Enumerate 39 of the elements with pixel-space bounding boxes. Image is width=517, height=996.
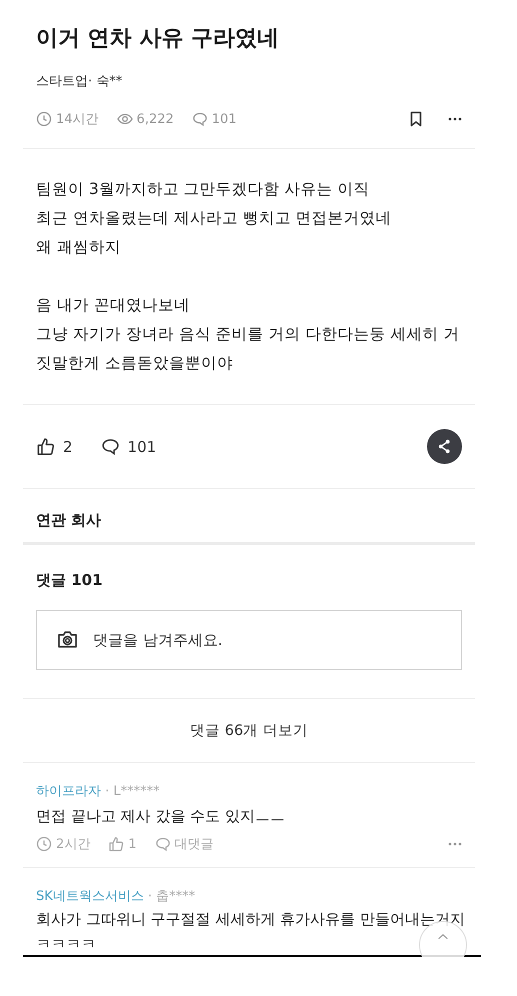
user-name: · 춥**** (146, 889, 196, 904)
more-comments-link[interactable]: 댓글 66개 더보기 (190, 721, 308, 740)
comment-text: 회사가 그따위니 구구절절 세세하게 휴가사유를 만들어내는거지 (36, 909, 465, 930)
more-icon (448, 842, 462, 846)
camera-icon (57, 629, 78, 650)
thumbs-up-icon (108, 836, 124, 852)
share-button[interactable] (427, 429, 462, 464)
like-count: 1 (128, 836, 137, 852)
view-count: 6,222 (136, 112, 174, 126)
section-heading: 연관 회사 (36, 511, 102, 530)
comment-input-field[interactable]: 댓글을 남겨주세요. (36, 610, 462, 670)
section-heading: 댓글 101 (36, 571, 104, 590)
comment-icon (192, 111, 208, 127)
post-body-line: 팀원이 3월까지하고 그만두겠다함 사유는 이직 (36, 179, 371, 200)
bookmark-icon (408, 111, 424, 127)
more-button[interactable] (448, 117, 462, 121)
comment-icon (100, 437, 120, 456)
comment-button[interactable]: 101 (100, 437, 156, 456)
post-body-line: 그냥 자기가 장녀라 음식 준비를 거의 다한다는둥 세세히 거 (36, 324, 460, 345)
author-label: 스타트업· 숙** (36, 73, 124, 90)
more-icon (448, 117, 462, 121)
comment-time: 2시간 (56, 836, 90, 853)
bookmark-button[interactable] (408, 111, 424, 127)
clock-icon (36, 111, 52, 127)
thumbs-up-icon (36, 437, 55, 456)
clock-icon (36, 836, 52, 852)
like-button[interactable]: 2 (36, 437, 73, 456)
post-title: 이거 연차 사유 구라였네 (36, 25, 280, 53)
post-body-line: 음 내가 꼰대였나보네 (36, 295, 191, 316)
eye-icon (116, 111, 133, 127)
post-body-line: 짓말한게 소름돋았을뿐이야 (36, 353, 234, 374)
post-time: 14시간 (56, 111, 99, 128)
user-name: · L****** (104, 784, 160, 799)
post-body-line: 최근 연차올렸는데 제사라고 뻥치고 면접본거였네 (36, 208, 393, 229)
post-body-line: 왜 괘씸하지 (36, 237, 122, 258)
comment-text: ㅋㅋㅋㅋ (36, 934, 96, 955)
comment-icon (154, 836, 171, 852)
comment-count: 101 (212, 112, 237, 126)
comment-text: 면접 끝나고 제사 갔을 수도 있지ㅡㅡ (36, 806, 285, 827)
